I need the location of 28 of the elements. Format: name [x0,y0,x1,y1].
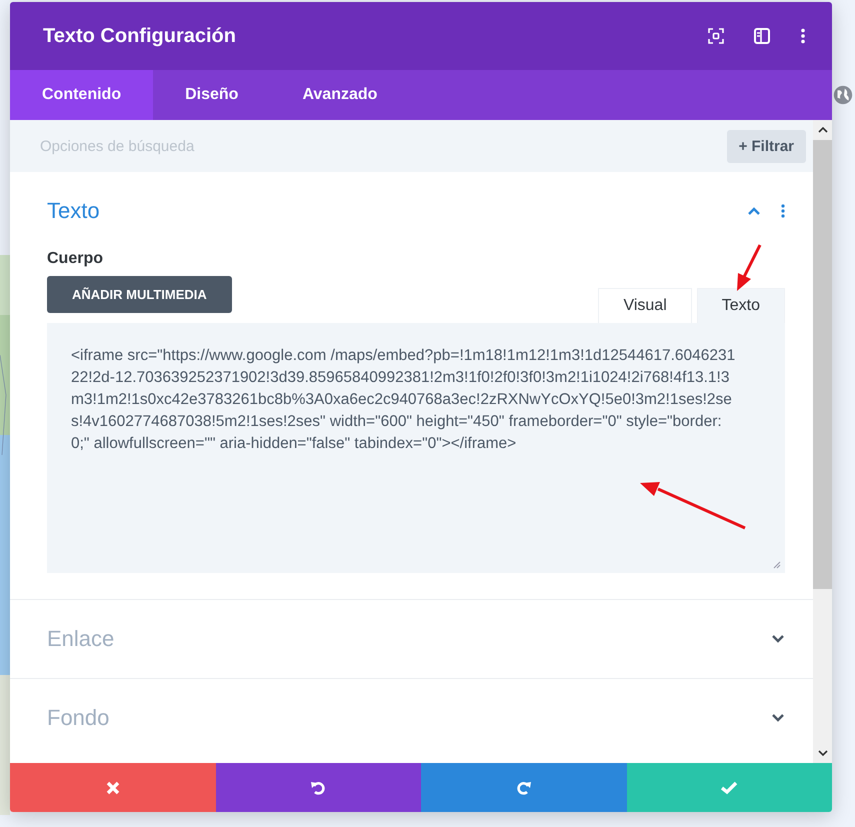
editor-tab[interactable]: Texto [696,288,785,323]
window-title: Texto Configuración [43,24,236,48]
field-label: Cuerpo [47,250,104,268]
expand-icon[interactable] [708,28,724,44]
scroll-down-icon[interactable] [818,749,828,757]
resize-handle-icon[interactable] [773,561,781,569]
close-icon [106,780,120,794]
chevron-icon[interactable] [771,713,785,723]
code-editor[interactable] [47,323,785,573]
chevron-icon[interactable] [747,206,761,216]
filter-button[interactable]: + Filtrar [726,130,806,162]
editor-tab[interactable]: Visual [598,288,692,323]
check-icon [720,780,738,794]
more-icon[interactable] [781,203,785,219]
chevron-icon[interactable] [771,634,785,644]
tab[interactable]: Diseño [153,70,270,120]
more-icon[interactable] [800,28,806,44]
globe-icon[interactable] [832,84,854,106]
sidebar-icon[interactable] [754,28,770,44]
add-media-button[interactable]: AÑADIR MULTIMEDIA [47,276,232,313]
redo-icon [516,780,532,796]
code-text: <iframe src="https://www.google.com /maps/embed?pb=!1m18!1m12!1m3!1d12544617.604623122!2d-12.703639252371902!3d39.85965840992381!2m3!1f0!2f0!3f0!3m2!1i1024!2i768!4f13.1!3m3!1m2!1s0xc42e3783261bc8b%3A0xa6ec2c940768a3ec!2zRXNwYcOxYQ!5e0!3m2!1ses!2ses!4v1602774687038!5m2!1ses!2ses" width="600" height="450" frameborder="0" style="border:0;" allowfullscreen="" aria-hidden="false" tabindex="0"></iframe> [71,346,736,454]
tab[interactable]: Contenido [10,70,154,120]
scrollbar[interactable] [813,120,832,763]
undo-icon [310,780,326,796]
scroll-up-icon[interactable] [818,126,828,134]
section-title[interactable]: Texto [47,198,100,224]
tab[interactable]: Avanzado [270,70,410,120]
